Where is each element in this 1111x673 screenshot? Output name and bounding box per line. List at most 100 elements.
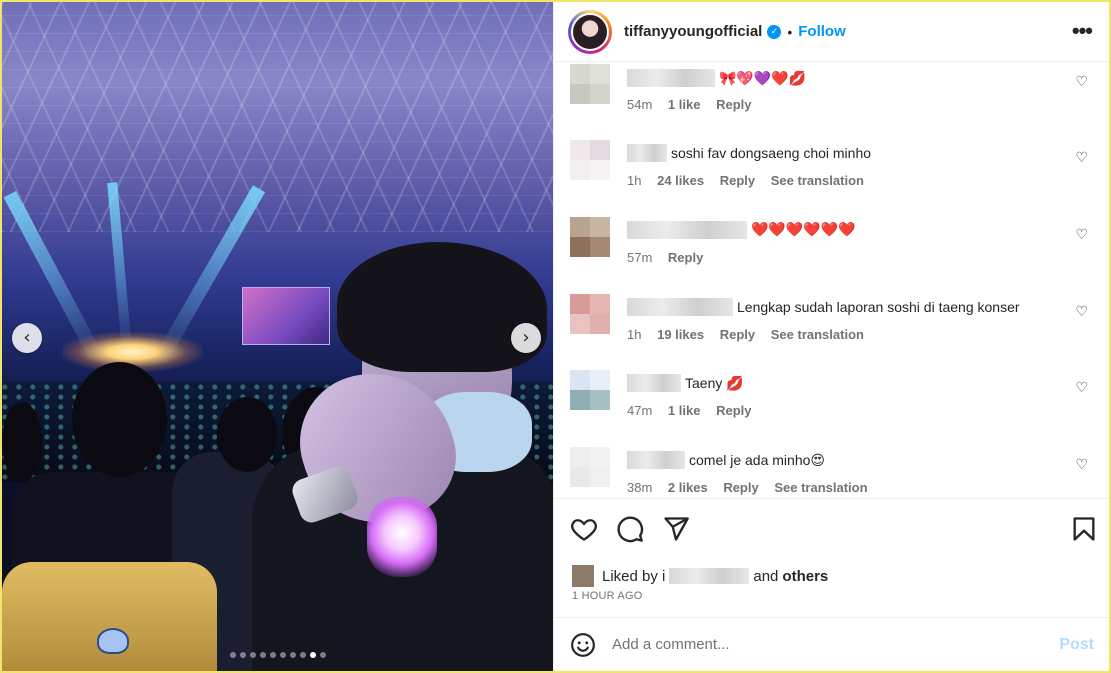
reply-button[interactable]: Reply <box>716 97 751 112</box>
post-header: tiffanyyoungofficial ✓ • Follow ••• <box>554 2 1109 62</box>
commenter-avatar[interactable] <box>570 294 610 334</box>
commenter-avatar[interactable] <box>570 370 610 410</box>
stage-screen <box>242 287 330 345</box>
see-translation-link[interactable]: See translation <box>774 480 867 495</box>
commenter-avatar[interactable] <box>570 140 610 180</box>
commenter-avatar[interactable] <box>570 64 610 104</box>
post-details-panel: tiffanyyoungofficial ✓ • Follow ••• 🎀💖💜❤… <box>553 2 1109 671</box>
seat-badge <box>97 628 129 654</box>
emoji-icon[interactable] <box>570 632 596 658</box>
story-ring[interactable] <box>568 9 612 54</box>
likes-summary: Liked by i and others <box>572 565 828 587</box>
comment-input[interactable]: Add a comment... <box>612 636 1059 653</box>
comment-like-heart-icon[interactable]: ♡ <box>1075 457 1088 473</box>
comment-likes[interactable]: 24 likes <box>657 173 704 188</box>
comment-text-line: 🎀💖💜❤️💋ᅟᅟᅟ <box>627 68 1067 88</box>
lightstick <box>367 497 437 577</box>
liked-by-others-link[interactable]: others <box>782 568 828 585</box>
comment-text: Taeny 💋 <box>685 374 744 391</box>
carousel-prev-button[interactable]: ‹ <box>12 323 42 353</box>
carousel-dot <box>309 652 316 658</box>
comment-text-line: soshi fav dongsaeng choi minho <box>627 144 1067 162</box>
audience-head <box>217 397 277 472</box>
bookmark-icon[interactable] <box>1070 515 1098 543</box>
carousel-dot <box>269 652 276 658</box>
comment-text-line: Lengkap sudah laporan soshi di taeng kon… <box>627 298 1067 316</box>
comment-text-line: ❤️❤️❤️❤️❤️❤️ <box>627 221 1067 239</box>
verified-badge-icon: ✓ <box>767 24 782 39</box>
see-translation-link[interactable]: See translation <box>771 327 864 342</box>
heart-icon[interactable] <box>570 515 598 543</box>
see-translation-link[interactable]: See translation <box>771 173 864 188</box>
comment-meta: 38m 2 likes Reply See translation <box>627 480 880 495</box>
comments-list[interactable]: 🎀💖💜❤️💋ᅟᅟᅟ 54m 1 like Reply ♡ soshi fav d… <box>554 62 1109 498</box>
carousel-dot <box>249 652 256 658</box>
reply-button[interactable]: Reply <box>716 403 751 418</box>
comment-like-heart-icon[interactable]: ♡ <box>1075 227 1088 243</box>
carousel-dot <box>289 652 296 658</box>
comment-text: 🎀💖💜❤️💋ᅟᅟᅟ <box>719 71 845 87</box>
comment-text: ❤️❤️❤️❤️❤️❤️ <box>751 222 856 238</box>
comment-text: soshi fav dongsaeng choi minho <box>671 145 872 161</box>
reply-button[interactable]: Reply <box>723 480 758 495</box>
comment-item: 🎀💖💜❤️💋ᅟᅟᅟ 54m 1 like Reply ♡ <box>570 64 1090 134</box>
reply-button[interactable]: Reply <box>720 173 755 188</box>
carousel-dot <box>279 652 286 658</box>
carousel-dot <box>239 652 246 658</box>
post-actions-bar <box>554 498 1109 558</box>
blurred-username <box>627 221 747 239</box>
follow-button[interactable]: Follow <box>798 23 846 40</box>
comment-meta: 54m 1 like Reply <box>627 97 763 112</box>
blurred-liker-name <box>669 568 750 584</box>
liker-avatar[interactable] <box>572 565 594 587</box>
reply-button[interactable]: Reply <box>668 250 703 265</box>
comment-like-heart-icon[interactable]: ♡ <box>1075 74 1088 90</box>
comment-time: 54m <box>627 97 653 112</box>
blurred-username <box>627 298 733 316</box>
post-photo[interactable]: ‹ › <box>2 2 553 671</box>
comment-item: soshi fav dongsaeng choi minho 1h 24 lik… <box>570 140 1090 210</box>
comment-time: 1h <box>627 173 642 188</box>
comment-time: 47m <box>627 403 653 418</box>
blurred-username <box>627 144 667 162</box>
audience-head <box>2 402 42 482</box>
comment-text-line: comel je ada minho😍 <box>627 451 1067 469</box>
comment-likes[interactable]: 1 like <box>668 97 701 112</box>
comment-item: Lengkap sudah laporan soshi di taeng kon… <box>570 294 1090 364</box>
instagram-post-window: ‹ › tiffanyyoungofficial ✓ • Follow ••• <box>0 0 1111 673</box>
comment-text: Lengkap sudah laporan soshi di taeng kon… <box>737 299 1020 315</box>
comment-item: Taeny 💋 47m 1 like Reply ♡ <box>570 370 1090 440</box>
carousel-dot <box>259 652 266 658</box>
arena-roof <box>2 2 553 232</box>
reply-button[interactable]: Reply <box>720 327 755 342</box>
carousel-next-button[interactable]: › <box>511 323 541 353</box>
liked-by-prefix[interactable]: Liked by i <box>602 568 665 585</box>
comment-likes[interactable]: 1 like <box>668 403 701 418</box>
comment-like-heart-icon[interactable]: ♡ <box>1075 150 1088 166</box>
commenter-avatar[interactable] <box>570 447 610 487</box>
comment-meta: 1h 24 likes Reply See translation <box>627 173 876 188</box>
comment-likes[interactable]: 2 likes <box>668 480 708 495</box>
commenter-avatar[interactable] <box>570 217 610 257</box>
audience-head <box>72 362 167 477</box>
carousel-dots <box>2 652 553 658</box>
author-username[interactable]: tiffanyyoungofficial <box>624 23 762 40</box>
share-icon[interactable] <box>662 515 690 543</box>
post-timestamp[interactable]: 1 HOUR AGO <box>572 590 642 602</box>
comment-composer: Add a comment... Post <box>554 617 1109 671</box>
author-avatar[interactable] <box>571 12 609 51</box>
comment-like-heart-icon[interactable]: ♡ <box>1075 304 1088 320</box>
comment-meta: 1h 19 likes Reply See translation <box>627 327 876 342</box>
man-hair <box>337 242 547 372</box>
blurred-username <box>627 451 685 469</box>
comment-like-heart-icon[interactable]: ♡ <box>1075 380 1088 396</box>
comment-icon[interactable] <box>616 515 644 543</box>
liked-by-and: and <box>753 567 779 585</box>
carousel-dot <box>319 652 326 658</box>
post-comment-button[interactable]: Post <box>1059 636 1094 654</box>
comment-likes[interactable]: 19 likes <box>657 327 704 342</box>
carousel-dot <box>229 652 236 658</box>
carousel-dot <box>299 652 306 658</box>
comment-item: ❤️❤️❤️❤️❤️❤️ 57m Reply ♡ <box>570 217 1090 287</box>
more-options-icon[interactable]: ••• <box>1072 18 1093 44</box>
